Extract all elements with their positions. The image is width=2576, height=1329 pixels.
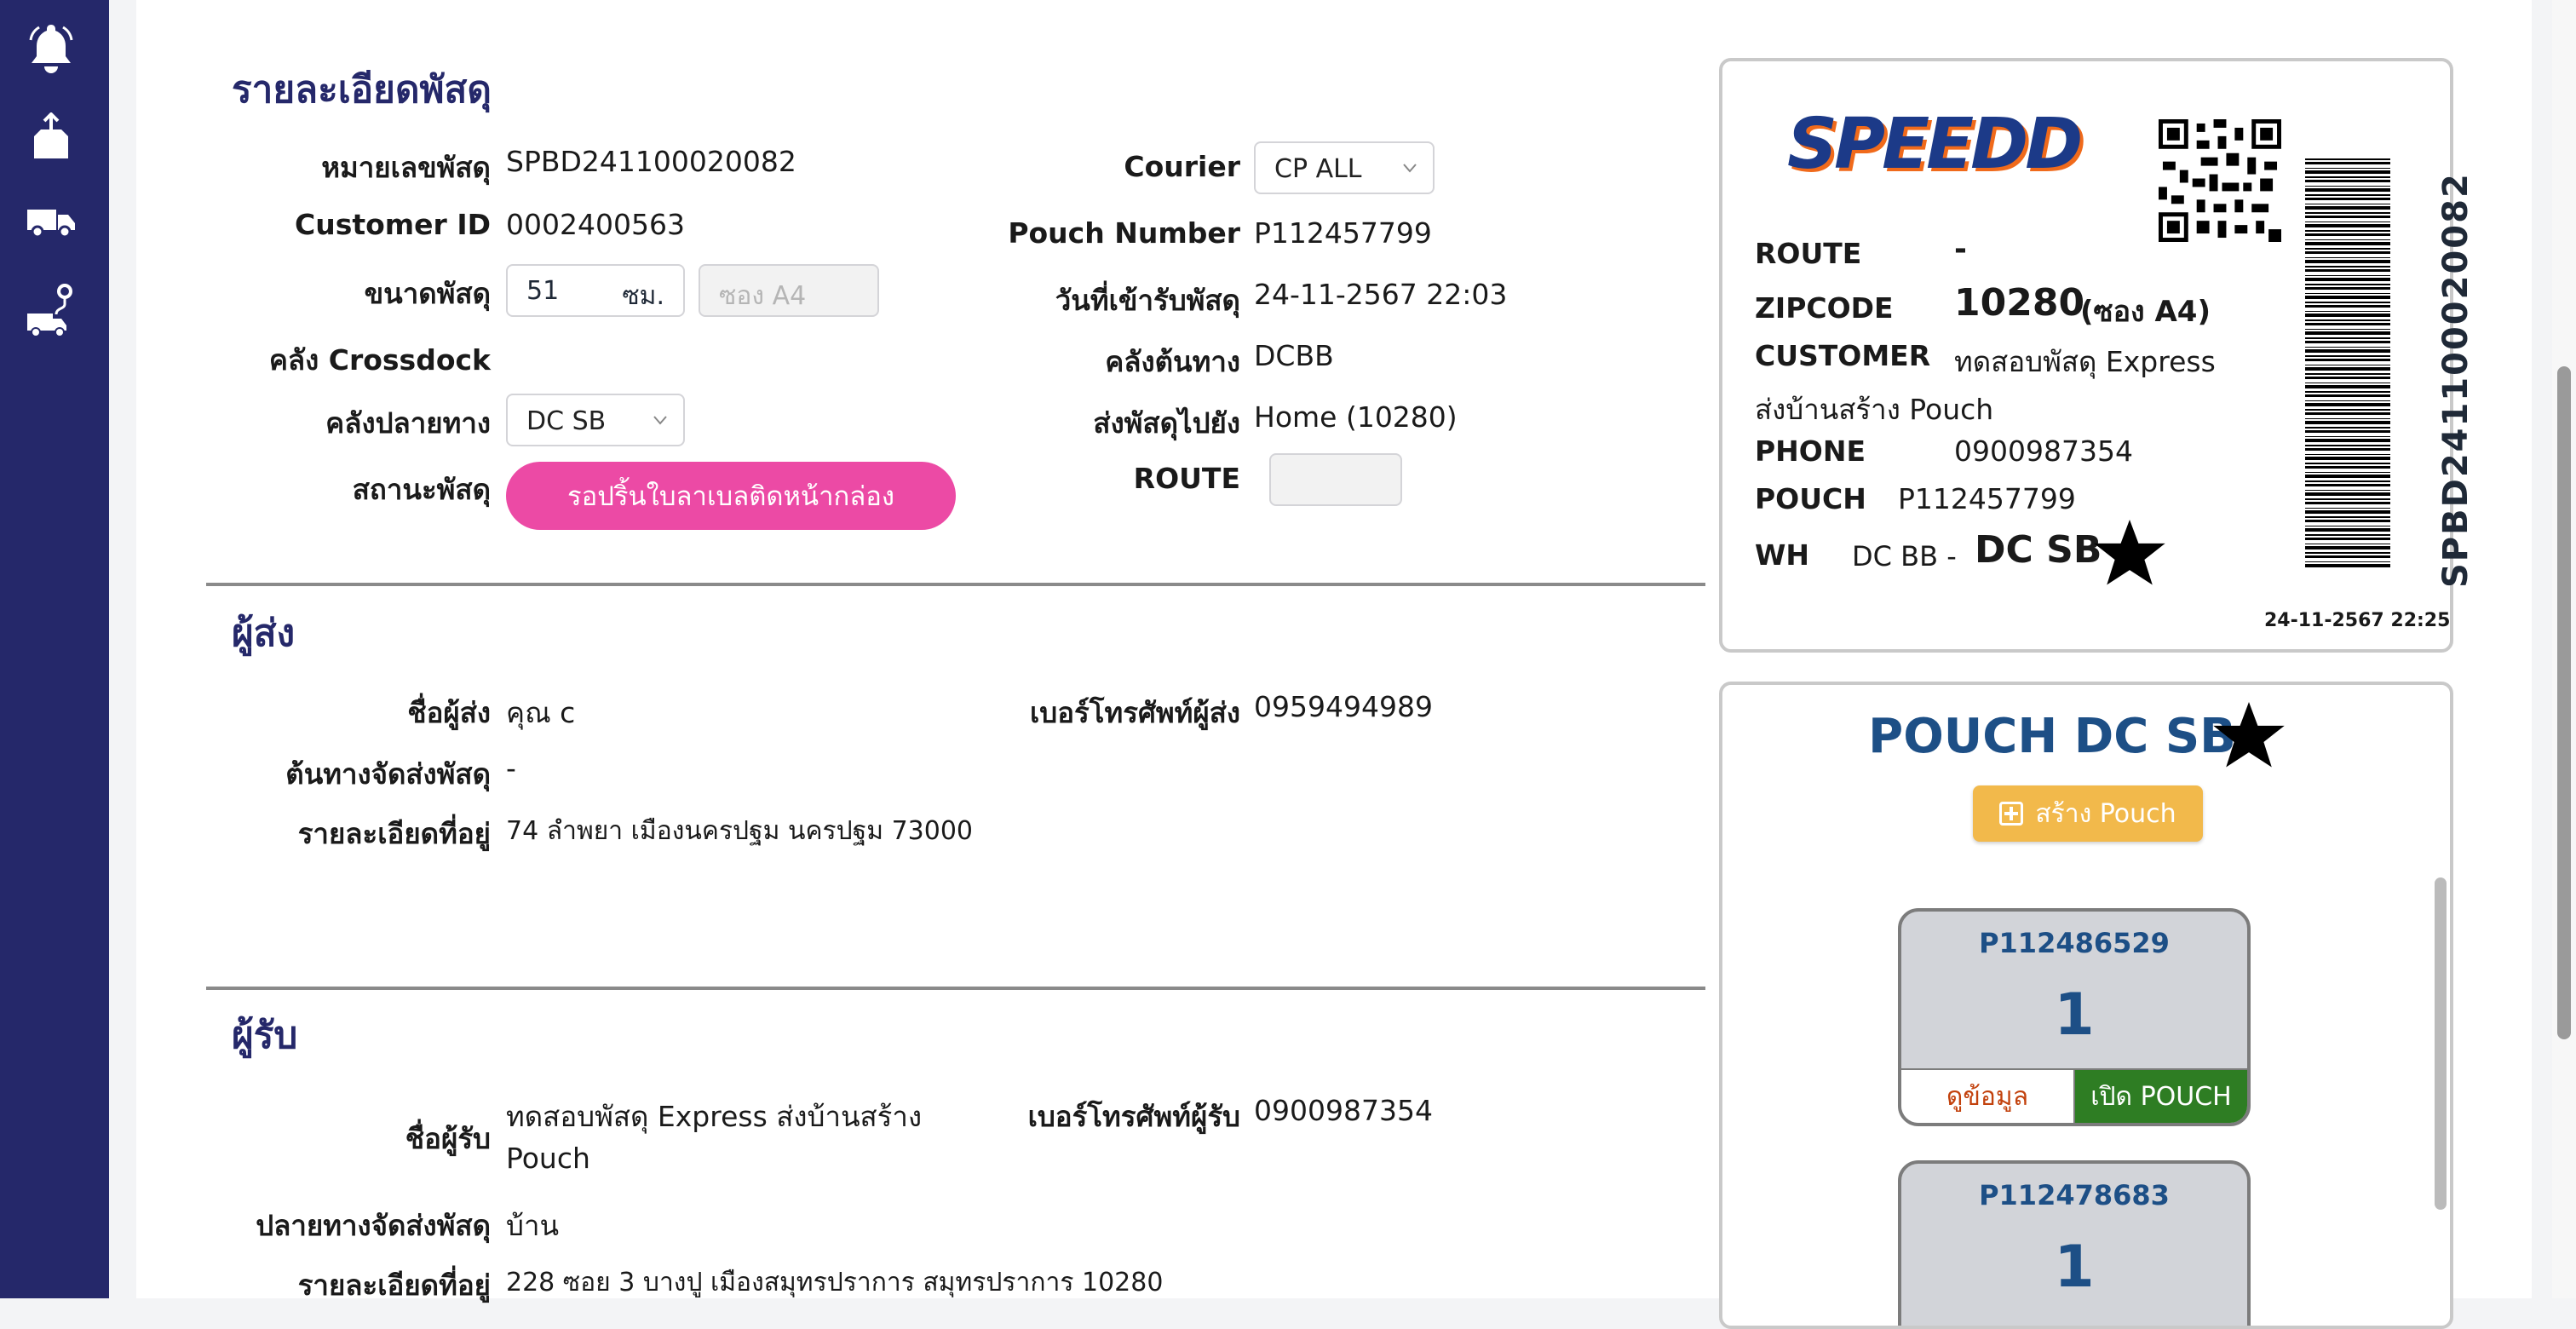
size-label: ขนาดพัสดุ (364, 277, 491, 310)
received-date-value: 24-11-2567 22:03 (1254, 278, 1508, 311)
receiver-address-value: 228 ซอย 3 บางปู เมืองสมุทรปราการ สมุทรปร… (506, 1268, 1164, 1297)
chevron-down-icon (653, 416, 667, 425)
sender-address-value: 74 ลำพยา เมืองนครปฐม นครปฐม 73000 (506, 816, 973, 846)
pouch-item-id: P112486529 (1979, 927, 2170, 959)
shipping-label-preview: SPEEDD SPBD241100020082 ROUTE - ZIPCODE … (1719, 58, 2475, 653)
label-zipcode-note: (ซอง A4) (2080, 295, 2211, 329)
label-route-key: ROUTE (1755, 237, 1862, 270)
receiver-phone-label: เบอร์โทรศัพท์ผู้รับ (1027, 1100, 1240, 1133)
ship-to-label: ส่งพัสดุไปยัง (1093, 406, 1240, 440)
parcel-section-title: รายละเอียดพัสดุ (232, 68, 492, 112)
star-icon (2094, 520, 2165, 585)
qr-code-icon (2159, 119, 2281, 242)
tracking-value: SPBD241100020082 (506, 145, 796, 178)
divider (206, 987, 1705, 990)
ship-to-value: Home (10280) (1254, 400, 1458, 434)
pouch-item-count: 1 (2054, 981, 2095, 1049)
plus-square-icon (1999, 802, 2024, 826)
pouch-panel-title: POUCH DC SB (1868, 709, 2236, 764)
label-wh-key: WH (1755, 538, 1810, 572)
pouch-list-item: P112486529 1 ดูข้อมูล เปิด POUCH (1898, 908, 2251, 1126)
tracking-label: หมายเลขพัสดุ (321, 151, 491, 184)
sender-origin-label: ต้นทางจัดส่งพัสดุ (285, 757, 491, 791)
envelope-input: ซอง A4 (699, 264, 879, 317)
courier-label: Courier (1124, 150, 1240, 183)
speed-d-logo: SPEEDD (1787, 104, 2083, 185)
label-route-value: - (1954, 232, 1967, 267)
receiver-name-line2: Pouch (506, 1142, 590, 1175)
customer-id-value: 0002400563 (506, 208, 685, 241)
sender-origin-value: - (506, 751, 516, 785)
status-badge: รอปริ้นใบลาเบลติดหน้ากล่อง (506, 462, 956, 530)
divider (206, 583, 1705, 586)
pouch-item-id: P112478683 (1979, 1179, 2170, 1211)
label-customer-line1: ทดสอบพัสดุ Express (1954, 345, 2216, 378)
receiver-phone-value: 0900987354 (1254, 1094, 1433, 1127)
size-unit: ซม. (622, 281, 664, 311)
create-pouch-label: สร้าง Pouch (2035, 798, 2176, 829)
receiver-address-label: รายละเอียดที่อยู่ (297, 1269, 491, 1302)
bell-icon[interactable] (20, 17, 82, 78)
receiver-section-title: ผู้รับ (232, 1014, 298, 1057)
sender-phone-label: เบอร์โทรศัพท์ผู้ส่ง (1029, 696, 1240, 729)
status-label: สถานะพัสดุ (352, 473, 491, 506)
barcode-number: SPBD241100020082 (2436, 172, 2475, 588)
barcode-icon (2305, 158, 2390, 567)
open-pouch-button[interactable]: เปิด POUCH (2075, 1068, 2247, 1123)
page-scrollbar-thumb[interactable] (2557, 366, 2571, 1039)
label-printed-at: 24-11-2567 22:25 (2264, 610, 2451, 631)
label-phone-value: 0900987354 (1954, 434, 2133, 468)
label-pouch-key: POUCH (1755, 482, 1866, 515)
received-date-label: วันที่เข้ารับพัสดุ (1055, 284, 1240, 317)
label-wh-from: DC BB - (1852, 540, 1957, 572)
receiver-name-label: ชื่อผู้รับ (405, 1122, 491, 1155)
pouch-list-scrollbar[interactable] (2435, 877, 2447, 1210)
pouch-list-item: P112478683 1 (1898, 1160, 2251, 1326)
crossdock-label: คลัง Crossdock (268, 343, 491, 377)
size-input-value: 51 (526, 276, 560, 306)
label-phone-key: PHONE (1755, 434, 1866, 468)
dest-wh-label: คลังปลายทาง (325, 406, 491, 440)
route-truck-icon[interactable] (20, 279, 82, 341)
label-pouch-value: P112457799 (1898, 482, 2076, 515)
origin-wh-value: DCBB (1254, 339, 1334, 372)
envelope-placeholder: ซอง A4 (719, 281, 807, 311)
courier-value: CP ALL (1274, 154, 1362, 184)
label-zipcode-key: ZIPCODE (1755, 291, 1894, 325)
sidebar (0, 0, 109, 1298)
pouch-panel: POUCH DC SB สร้าง Pouch P112486529 1 ดูข… (1719, 682, 2453, 1329)
label-customer-key: CUSTOMER (1755, 339, 1931, 372)
label-customer-line2: ส่งบ้านสร้าง Pouch (1755, 393, 1994, 426)
courier-select[interactable]: CP ALL (1254, 141, 1435, 194)
size-input[interactable]: 51 ซม. (506, 264, 685, 317)
page-scrollbar[interactable] (2552, 0, 2576, 1298)
sender-phone-value: 0959494989 (1254, 690, 1433, 723)
origin-wh-label: คลังต้นทาง (1105, 345, 1240, 378)
star-icon (2213, 702, 2285, 768)
customer-id-label: Customer ID (294, 208, 491, 241)
sender-name-value: คุณ c (506, 696, 576, 729)
create-pouch-button[interactable]: สร้าง Pouch (1973, 785, 2203, 842)
label-wh-to: DC SB (1975, 528, 2102, 572)
pouch-item-count: 1 (2054, 1234, 2095, 1301)
label-zipcode-value: 10280 (1954, 281, 2085, 325)
route-input (1269, 453, 1402, 506)
pouch-number-value: P112457799 (1254, 216, 1432, 250)
chevron-down-icon (1403, 164, 1417, 173)
receiver-destination-value: บ้าน (506, 1209, 560, 1242)
receiver-name-line1: ทดสอบพัสดุ Express ส่งบ้านสร้าง (506, 1100, 923, 1133)
dest-wh-value: DC SB (526, 406, 607, 436)
parcel-upload-icon[interactable] (20, 106, 82, 167)
sender-section-title: ผู้ส่ง (232, 612, 296, 655)
view-pouch-button[interactable]: ดูข้อมูล (1901, 1068, 2075, 1123)
delivery-truck-icon[interactable] (20, 191, 82, 252)
sender-name-label: ชื่อผู้ส่ง (407, 696, 491, 729)
receiver-destination-label: ปลายทางจัดส่งพัสดุ (256, 1209, 491, 1242)
route-label: ROUTE (1133, 462, 1240, 495)
sender-address-label: รายละเอียดที่อยู่ (297, 817, 491, 850)
pouch-number-label: Pouch Number (1008, 216, 1240, 250)
dest-wh-select[interactable]: DC SB (506, 394, 685, 446)
